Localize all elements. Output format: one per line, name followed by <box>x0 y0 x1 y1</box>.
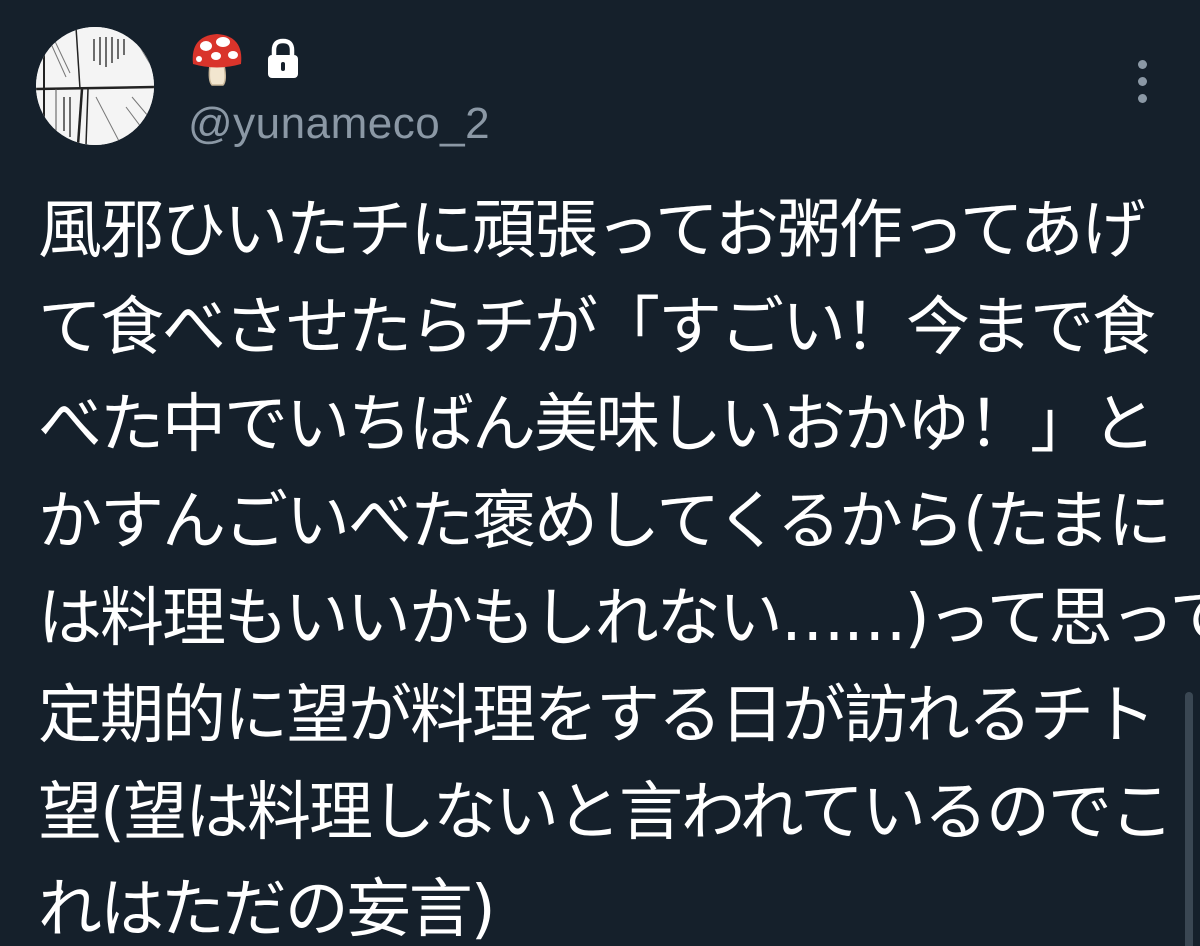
tweet-text-line: て食べさせたらチが「すごい！今まで食 <box>38 291 1156 365</box>
user-handle[interactable]: @yunameco_2 <box>188 96 490 152</box>
tweet-text-line: かすんごいべた褒めしてくるから(たまに <box>38 485 1172 559</box>
tweet-text-line: は料理もいいかもしれない……)って思って <box>38 582 1200 656</box>
mushroom-icon <box>190 31 244 87</box>
tweet-card: @yunameco_2 風邪ひいたチに頑張ってお粥作ってあげ て食べさせたらチが… <box>0 0 1200 946</box>
scrollbar-thumb[interactable] <box>1185 692 1193 946</box>
more-options-button[interactable] <box>1120 55 1164 107</box>
tweet-text-line: べた中でいちばん美味しいおかゆ！」と <box>38 388 1156 462</box>
manga-panel-avatar-image <box>36 27 154 145</box>
vertical-ellipsis-icon <box>1137 59 1147 69</box>
display-name-row[interactable] <box>190 30 300 88</box>
lock-icon <box>266 38 300 80</box>
tweet-text-line: れはただの妄言) <box>38 873 496 946</box>
avatar[interactable] <box>36 27 154 145</box>
tweet-text-line: 望(望は料理しないと言われているのでこ <box>38 776 1174 850</box>
tweet-text: 風邪ひいたチに頑張ってお粥作ってあげ て食べさせたらチが「すごい！今まで食 べた… <box>38 183 1200 946</box>
tweet-text-line: 風邪ひいたチに頑張ってお粥作ってあげ <box>38 194 1146 268</box>
tweet-text-line: 定期的に望が料理をする日が訪れるチト <box>38 679 1156 753</box>
